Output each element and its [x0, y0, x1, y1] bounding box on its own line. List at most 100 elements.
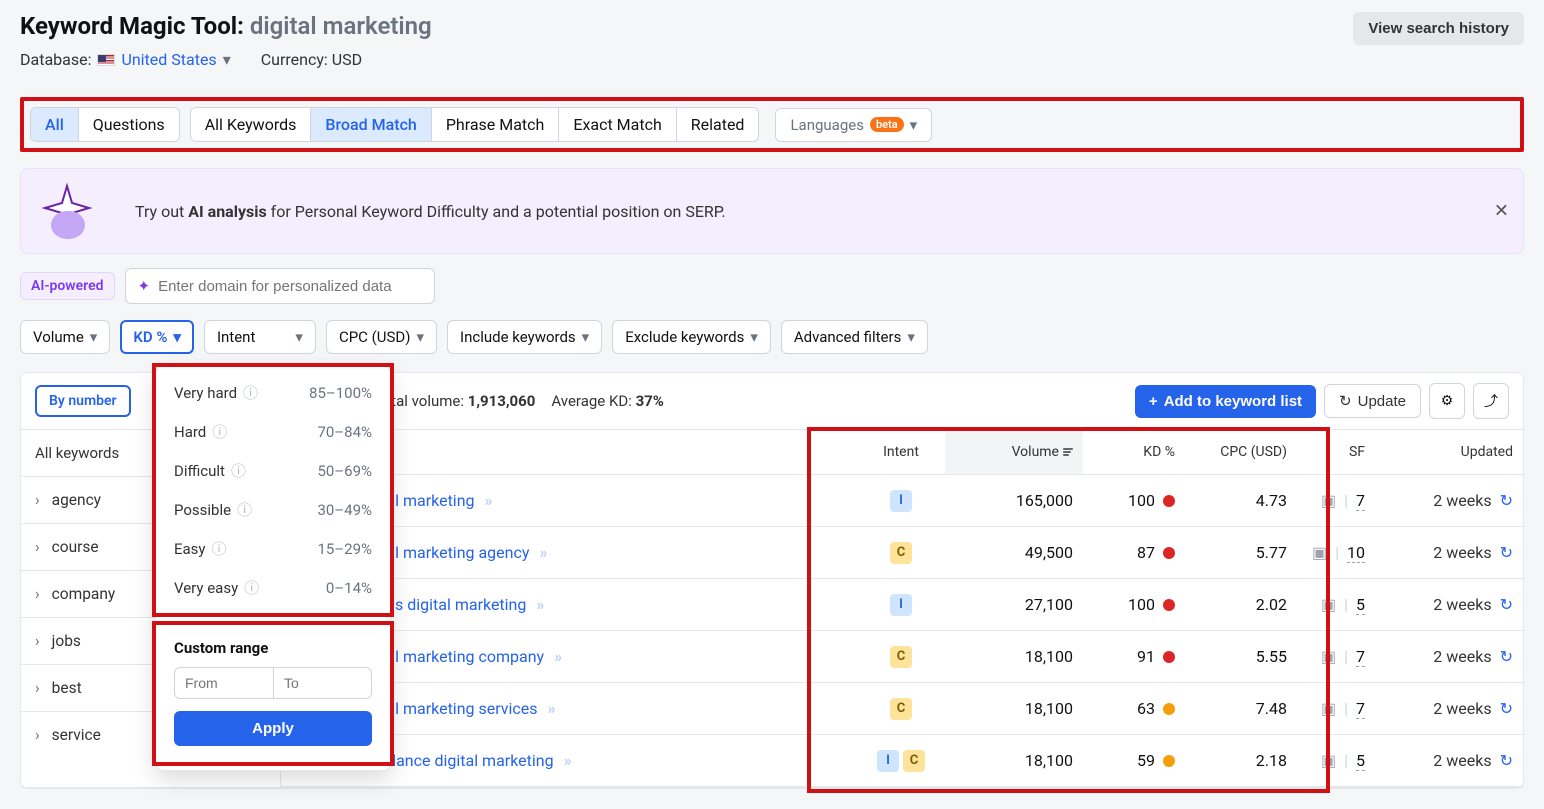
kd-apply-button[interactable]: Apply	[174, 711, 372, 746]
intent-badge: C	[857, 631, 945, 682]
searched-keyword: digital marketing	[250, 12, 432, 40]
settings-button[interactable]: ⚙	[1429, 383, 1465, 419]
kd-option[interactable]: Easyⓘ15–29%	[156, 529, 390, 568]
kd-value: 59	[1137, 751, 1155, 770]
refresh-row-icon[interactable]: ↻	[1500, 751, 1513, 770]
page-title: Keyword Magic Tool: digital marketing	[20, 12, 432, 40]
refresh-row-icon[interactable]: ↻	[1500, 491, 1513, 510]
tab-all-keywords[interactable]: All Keywords	[191, 108, 312, 141]
chevron-down-icon: ▾	[910, 116, 918, 134]
serp-icon[interactable]: ▣	[1321, 699, 1336, 718]
kd-dropdown-panel: Very hardⓘ85–100%Hardⓘ70–84%Difficultⓘ50…	[155, 366, 391, 771]
open-keyword-icon[interactable]: »	[539, 543, 547, 562]
table-row: ⊕igital marketing company» C 18,100 91 5…	[281, 631, 1523, 683]
cpc-value: 7.48	[1185, 685, 1297, 732]
domain-input[interactable]	[158, 278, 421, 295]
database-select[interactable]: United States ▾	[121, 50, 230, 69]
serp-icon[interactable]: ▣	[1321, 491, 1336, 510]
open-keyword-icon[interactable]: »	[548, 699, 556, 718]
updated-value: 2 weeks	[1433, 595, 1491, 614]
col-updated[interactable]: Updated	[1375, 430, 1523, 474]
filter-exclude[interactable]: Exclude keywords▾	[612, 320, 771, 354]
kd-to-input[interactable]	[273, 667, 372, 699]
tab-questions[interactable]: Questions	[79, 108, 179, 141]
serp-icon[interactable]: ▣	[1312, 543, 1327, 562]
refresh-row-icon[interactable]: ↻	[1500, 647, 1513, 666]
languages-dropdown[interactable]: Languages beta ▾	[775, 108, 932, 142]
filter-intent[interactable]: Intent▾	[204, 320, 316, 354]
open-keyword-icon[interactable]: »	[536, 595, 544, 614]
open-keyword-icon[interactable]: »	[564, 751, 572, 770]
refresh-row-icon[interactable]: ↻	[1500, 543, 1513, 562]
kd-value: 100	[1128, 595, 1155, 614]
kd-dot-icon	[1163, 703, 1175, 715]
kd-from-input[interactable]	[174, 667, 273, 699]
kd-option[interactable]: Very hardⓘ85–100%	[156, 373, 390, 412]
filter-kd[interactable]: KD %▾	[120, 320, 194, 354]
kd-option[interactable]: Hardⓘ70–84%	[156, 412, 390, 451]
col-sf[interactable]: SF	[1297, 430, 1375, 474]
col-intent[interactable]: Intent	[857, 430, 945, 474]
col-keyword[interactable]: ord	[331, 430, 857, 474]
intent-badge: C	[857, 527, 945, 578]
open-keyword-icon[interactable]: »	[485, 491, 493, 510]
ai-powered-chip: AI-powered	[20, 272, 115, 300]
tab-related[interactable]: Related	[677, 108, 759, 141]
tab-broad-match[interactable]: Broad Match	[311, 108, 431, 141]
serp-icon[interactable]: ▣	[1321, 647, 1336, 666]
kd-dot-icon	[1163, 651, 1175, 663]
add-to-keyword-list-button[interactable]: +Add to keyword list	[1135, 385, 1316, 418]
export-icon: ⤴	[1484, 391, 1498, 411]
refresh-row-icon[interactable]: ↻	[1500, 699, 1513, 718]
refresh-row-icon[interactable]: ↻	[1500, 595, 1513, 614]
chevron-right-icon: ›	[35, 679, 40, 697]
domain-input-wrapper[interactable]: ✦	[125, 268, 435, 304]
intent-badge: I C	[857, 735, 945, 786]
volume-value: 165,000	[945, 477, 1083, 524]
sf-value: 7	[1356, 647, 1365, 667]
serp-icon[interactable]: ▣	[1321, 751, 1336, 770]
kd-option[interactable]: Difficultⓘ50–69%	[156, 451, 390, 490]
filter-advanced[interactable]: Advanced filters▾	[781, 320, 928, 354]
table-row: ⊕igital marketing agency» C 49,500 87 5.…	[281, 527, 1523, 579]
kd-dot-icon	[1163, 495, 1175, 507]
sparkle-small-icon: ✦	[138, 277, 151, 295]
view-history-button[interactable]: View search history	[1353, 12, 1524, 45]
kd-value: 91	[1137, 647, 1155, 666]
info-icon: ⓘ	[212, 538, 227, 559]
kd-option[interactable]: Very easyⓘ0–14%	[156, 568, 390, 607]
filter-include[interactable]: Include keywords▾	[447, 320, 602, 354]
kd-dot-icon	[1163, 755, 1175, 767]
open-keyword-icon[interactable]: »	[554, 647, 562, 666]
tab-phrase-match[interactable]: Phrase Match	[432, 108, 560, 141]
by-number-button[interactable]: By number	[35, 385, 131, 417]
volume-value: 27,100	[945, 581, 1083, 628]
serp-icon[interactable]: ▣	[1321, 595, 1336, 614]
intent-badge: C	[857, 683, 945, 734]
cpc-value: 4.73	[1185, 477, 1297, 524]
chevron-right-icon: ›	[35, 632, 40, 650]
filter-cpc[interactable]: CPC (USD)▾	[326, 320, 437, 354]
col-cpc[interactable]: CPC (USD)	[1185, 430, 1297, 474]
close-banner-button[interactable]: ✕	[1494, 201, 1509, 222]
col-kd[interactable]: KD %	[1083, 430, 1185, 474]
update-button[interactable]: ↻Update	[1324, 384, 1421, 418]
tab-all[interactable]: All	[31, 108, 79, 141]
gear-icon: ⚙	[1441, 393, 1454, 409]
table-row: ⊕igital marketing services» C 18,100 63 …	[281, 683, 1523, 735]
volume-value: 18,100	[945, 737, 1083, 784]
export-button[interactable]: ⤴	[1473, 383, 1509, 419]
info-icon: ⓘ	[244, 577, 259, 598]
kd-dot-icon	[1163, 547, 1175, 559]
volume-value: 18,100	[945, 685, 1083, 732]
tab-exact-match[interactable]: Exact Match	[559, 108, 676, 141]
filter-volume[interactable]: Volume▾	[20, 320, 110, 354]
updated-value: 2 weeks	[1433, 647, 1491, 666]
kd-option[interactable]: Possibleⓘ30–49%	[156, 490, 390, 529]
sf-value: 10	[1347, 543, 1365, 563]
sf-value: 5	[1356, 751, 1365, 771]
intent-badge: I	[857, 579, 945, 630]
ai-banner: Try out AI analysis for Personal Keyword…	[20, 168, 1524, 254]
col-volume[interactable]: Volume	[945, 430, 1083, 474]
beta-badge: beta	[870, 117, 904, 132]
